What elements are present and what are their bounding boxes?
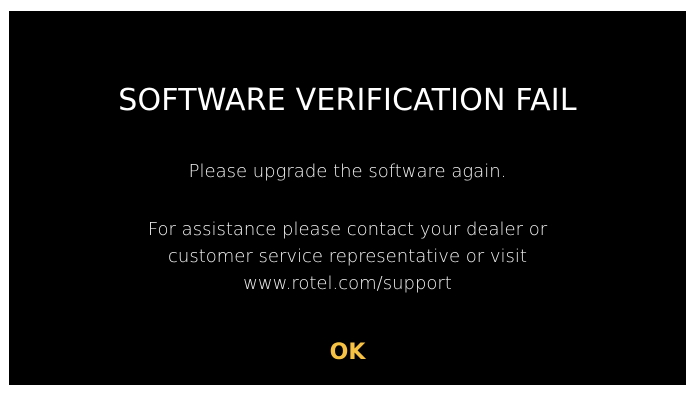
assistance-line: For assistance please contact your deale…: [147, 219, 548, 240]
ok-button[interactable]: OK: [9, 339, 686, 367]
upgrade-message: Please upgrade the software again.: [188, 161, 507, 182]
error-screen: SOFTWARE VERIFICATION FAIL Please upgrad…: [9, 11, 686, 385]
support-url: www.rotel.com/support: [243, 273, 452, 294]
assistance-message: For assistance please contact your deale…: [9, 216, 686, 297]
assistance-line: customer service representative or visit: [168, 246, 527, 267]
dialog-title: SOFTWARE VERIFICATION FAIL: [118, 83, 577, 118]
